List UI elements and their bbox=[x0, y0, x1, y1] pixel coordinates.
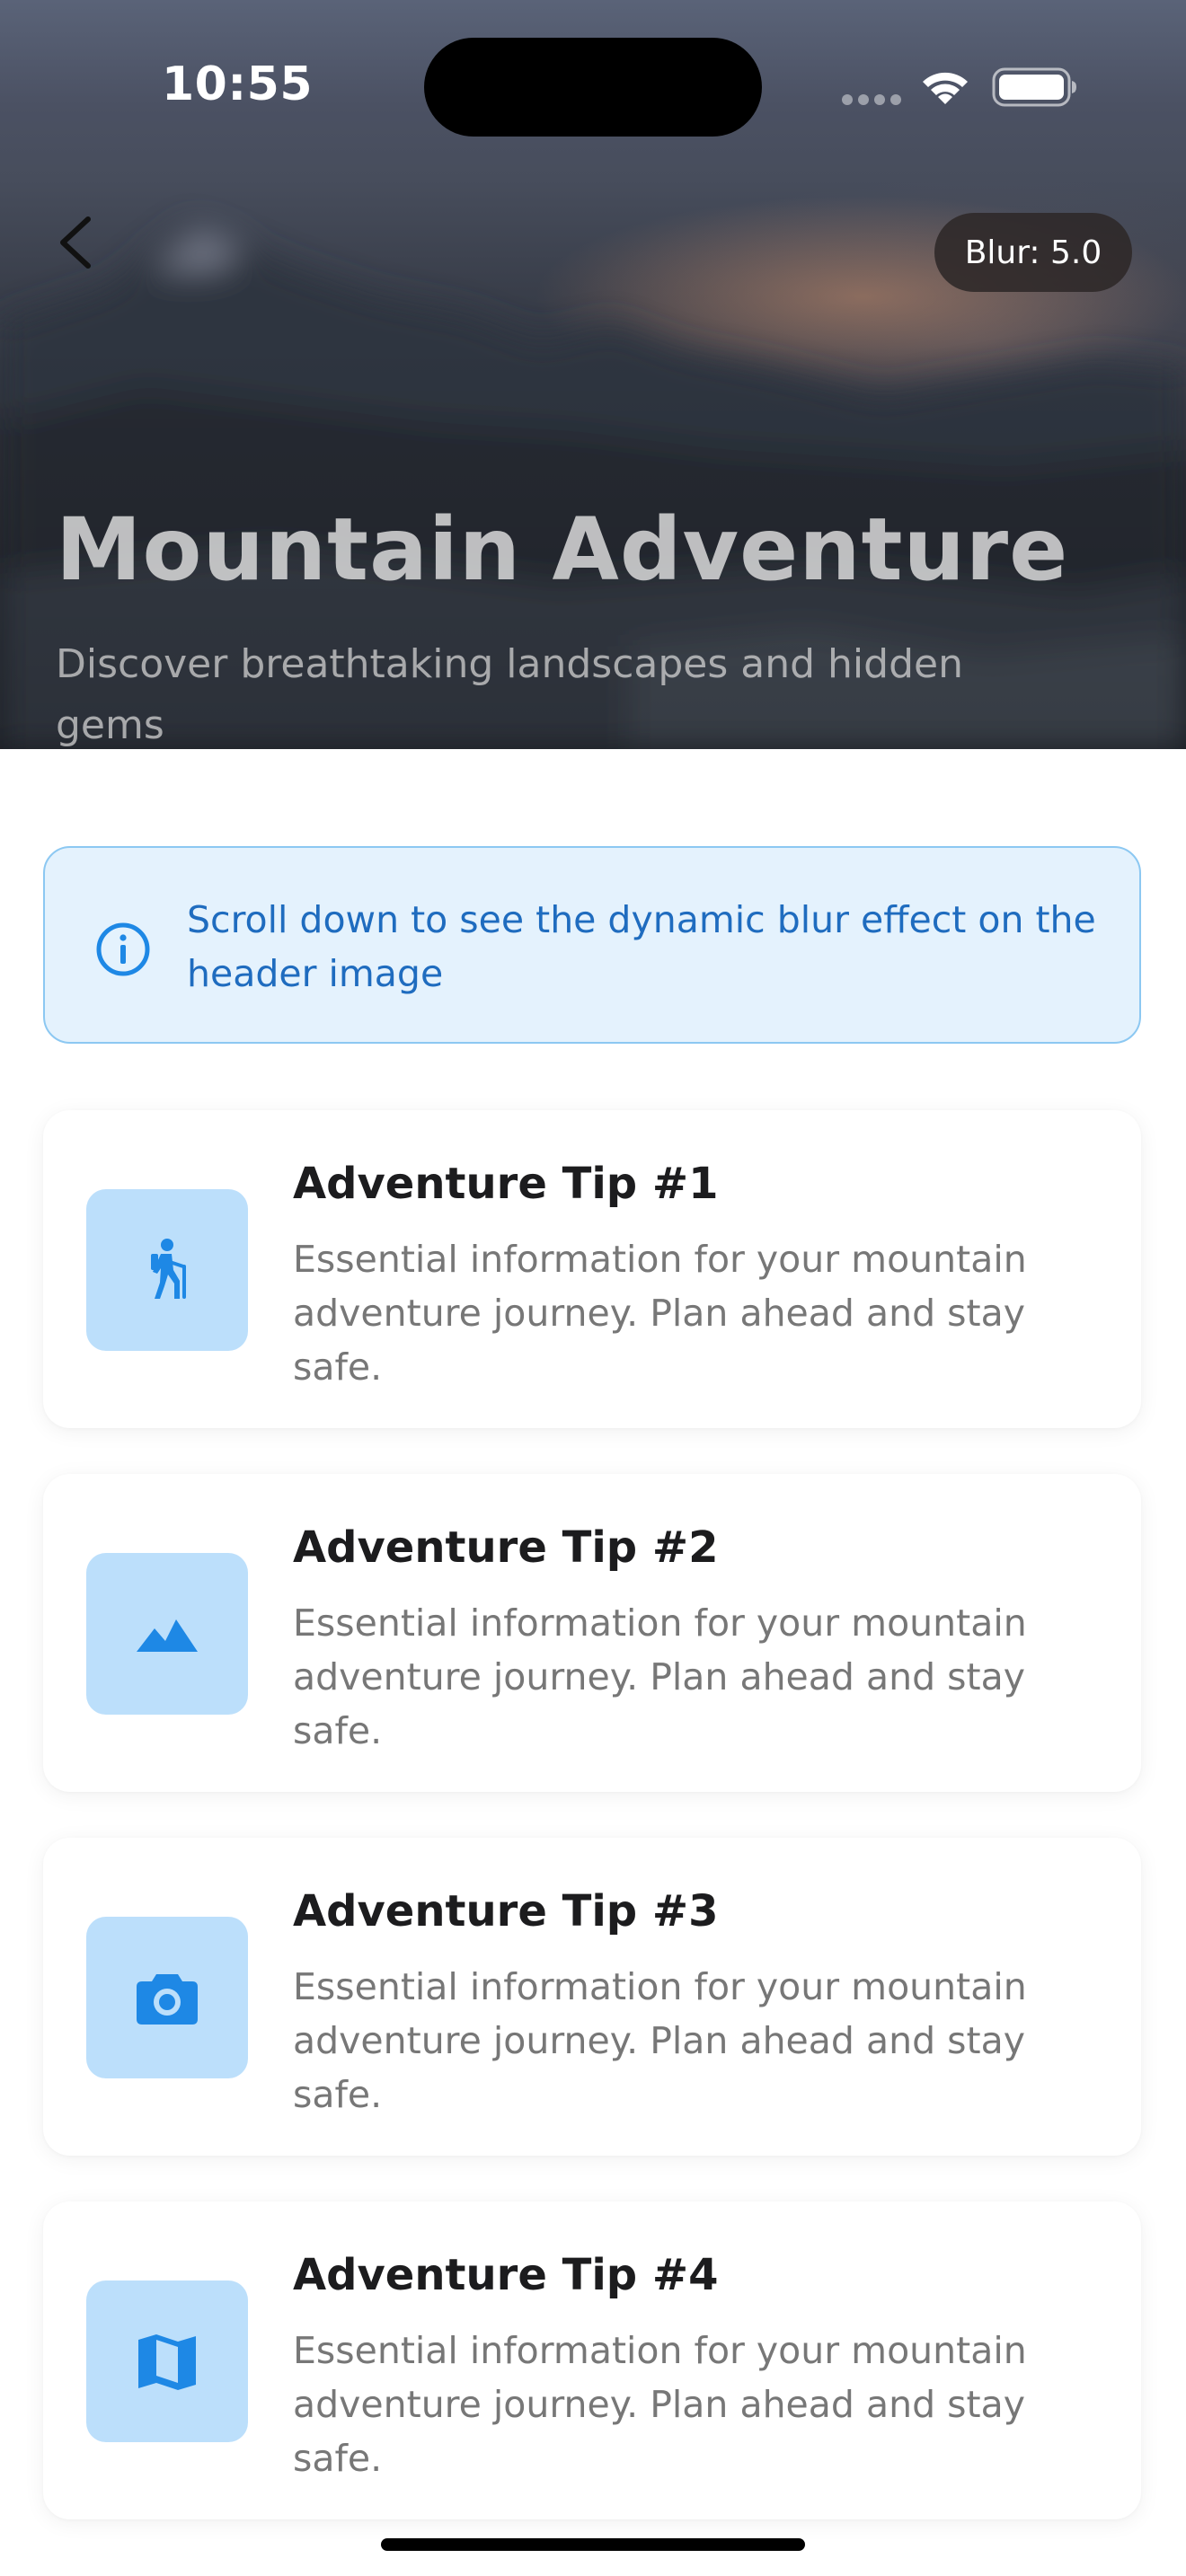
tip-description: Essential information for your mountain … bbox=[293, 1238, 1027, 1389]
tip-title: Adventure Tip #4 bbox=[293, 2250, 719, 2300]
back-button[interactable] bbox=[47, 207, 110, 278]
cellular-signal-icon bbox=[842, 94, 901, 105]
tip-description: Essential information for your mountain … bbox=[293, 1601, 1027, 1752]
tip-title: Adventure Tip #2 bbox=[293, 1522, 719, 1573]
blur-value-badge: Blur: 5.0 bbox=[934, 213, 1132, 292]
dynamic-island bbox=[424, 38, 762, 137]
tip-card-1[interactable]: Adventure Tip #1 Essential information f… bbox=[43, 1110, 1141, 1428]
home-indicator[interactable] bbox=[381, 2538, 805, 2551]
hiking-icon bbox=[151, 1239, 186, 1299]
tip-description: Essential information for your mountain … bbox=[293, 1965, 1027, 2116]
landscape-icon bbox=[137, 1619, 198, 1652]
tip-icon-tile bbox=[86, 1917, 248, 2078]
tip-card-3[interactable]: Adventure Tip #3 Essential information f… bbox=[43, 1838, 1141, 2156]
status-time: 10:55 bbox=[162, 57, 314, 111]
tip-card-4[interactable]: Adventure Tip #4 Essential information f… bbox=[43, 2201, 1141, 2519]
info-icon bbox=[96, 922, 150, 976]
page-subtitle: Discover breathtaking landscapes and hid… bbox=[56, 641, 963, 748]
tip-icon-tile bbox=[86, 2280, 248, 2442]
tip-description: Essential information for your mountain … bbox=[293, 2329, 1027, 2480]
tip-icon-tile bbox=[86, 1553, 248, 1715]
tip-card-2[interactable]: Adventure Tip #2 Essential information f… bbox=[43, 1474, 1141, 1792]
battery-icon bbox=[992, 67, 1076, 107]
info-banner-text: Scroll down to see the dynamic blur effe… bbox=[187, 898, 1096, 995]
map-icon bbox=[138, 2334, 196, 2390]
camera-icon bbox=[137, 1974, 198, 2025]
tip-icon-tile bbox=[86, 1189, 248, 1351]
info-banner: Scroll down to see the dynamic blur effe… bbox=[43, 846, 1141, 1044]
tip-title: Adventure Tip #1 bbox=[293, 1159, 719, 1209]
chevron-left-icon bbox=[60, 216, 91, 269]
tip-title: Adventure Tip #3 bbox=[293, 1886, 719, 1936]
wifi-icon bbox=[923, 72, 968, 104]
page-title: Mountain Adventure bbox=[56, 499, 1069, 600]
